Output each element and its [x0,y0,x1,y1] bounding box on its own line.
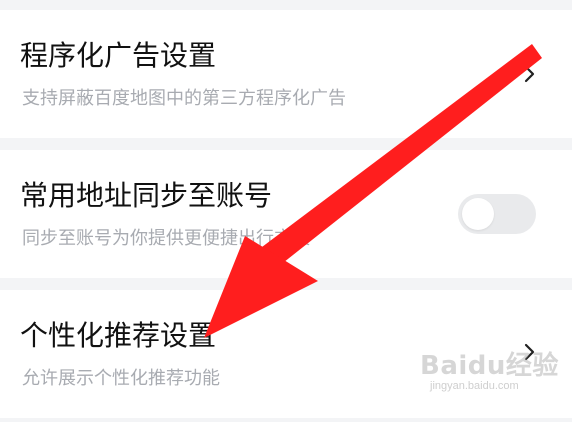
settings-screen: 程序化广告设置 支持屏蔽百度地图中的第三方程序化广告 常用地址同步至账号 同步至… [0,0,572,422]
setting-title: 个性化推荐设置 [20,319,217,352]
setting-row-personalized-recommendation[interactable]: 个性化推荐设置 允许展示个性化推荐功能 [0,290,572,418]
chevron-right-icon[interactable] [522,342,538,362]
setting-title: 程序化广告设置 [20,39,217,72]
toggle-knob [462,198,494,230]
chevron-right-icon[interactable] [522,64,538,84]
setting-row-address-sync: 常用地址同步至账号 同步至账号为你提供更便捷出行方案 [0,150,572,278]
address-sync-toggle[interactable] [458,194,536,234]
setting-title: 常用地址同步至账号 [20,179,273,212]
setting-row-programmatic-ads[interactable]: 程序化广告设置 支持屏蔽百度地图中的第三方程序化广告 [0,10,572,138]
setting-subtitle: 同步至账号为你提供更便捷出行方案 [22,228,310,249]
setting-subtitle: 允许展示个性化推荐功能 [22,368,220,389]
setting-subtitle: 支持屏蔽百度地图中的第三方程序化广告 [22,88,346,109]
